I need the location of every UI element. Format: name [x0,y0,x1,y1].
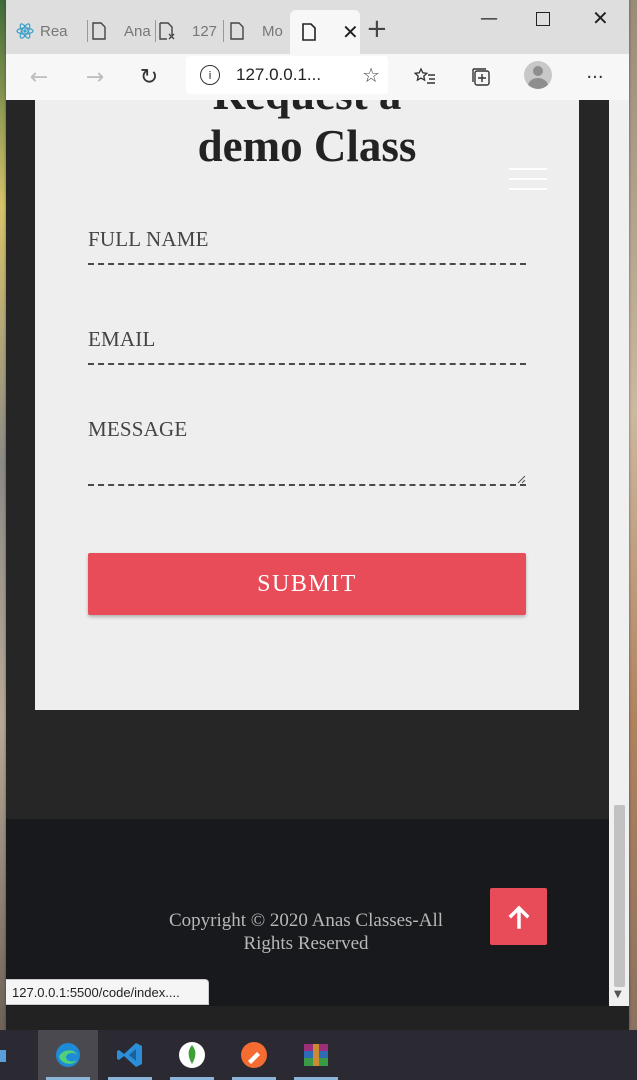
mongodb-icon [179,1042,205,1068]
close-window-button[interactable]: ✕ [592,6,609,30]
info-icon[interactable]: i [200,65,220,85]
tab-ana[interactable]: Ana [90,12,156,50]
favorite-star-icon[interactable]: ☆ [362,63,380,87]
favorites-icon[interactable] [410,62,440,92]
tab-react[interactable]: Rea [16,12,88,50]
react-icon [16,22,34,40]
scrollbar-thumb[interactable] [614,805,625,987]
page-error-icon [158,22,176,40]
resize-handle-icon[interactable] [516,474,526,484]
collections-icon[interactable] [466,62,496,92]
taskbar-postman[interactable] [224,1030,284,1080]
postman-icon [241,1042,267,1068]
full-name-field[interactable]: FULL NAME [88,227,526,265]
minimize-button[interactable]: — [480,8,498,29]
page-title: Request a demo Class [35,100,579,172]
browser-toolbar: ← → ↻ i 127.0.0.1... ☆ ··· [6,54,629,100]
desktop-background-right [629,0,637,1030]
edge-icon [56,1043,80,1067]
tab-label: 127 [192,22,218,40]
message-label: MESSAGE [88,417,188,441]
more-menu-icon[interactable]: ··· [580,62,610,92]
email-field[interactable]: EMAIL [88,327,526,365]
page-icon [228,22,246,40]
demo-request-card: Request a demo Class FULL NAME EMAIL MES… [35,100,579,710]
title-line-1: Request a [35,100,579,120]
full-name-label: FULL NAME [88,227,209,251]
status-url-tooltip: 127.0.0.1:5500/code/index.... [6,979,209,1005]
taskbar-winrar[interactable] [286,1030,346,1080]
hamburger-menu-icon[interactable] [509,168,547,194]
copyright-line-2: Rights Reserved [243,933,369,954]
tab-label: Rea [40,22,68,40]
scroll-to-top-button[interactable] [490,888,547,945]
taskbar-mongodb[interactable] [162,1030,222,1080]
page-icon [300,23,318,41]
tab-label: Mo [262,22,283,40]
profile-avatar[interactable] [524,61,552,89]
footer: Copyright © 2020 Anas Classes-All Rights… [6,819,609,1006]
desktop-icon[interactable] [0,1030,20,1080]
title-line-2: demo Class [197,121,417,171]
arrow-up-icon [508,905,529,929]
taskbar [0,1030,637,1080]
winrar-icon [304,1044,328,1066]
new-tab-button[interactable]: + [366,16,388,42]
maximize-button[interactable] [536,12,550,26]
page-scrollbar[interactable]: ▼ [609,100,629,1006]
refresh-button[interactable]: ↻ [134,62,164,92]
tab-active[interactable]: ✕ [290,10,360,54]
page-viewport: Request a demo Class FULL NAME EMAIL MES… [6,100,609,1006]
scroll-down-arrow-icon[interactable]: ▼ [614,989,622,1000]
address-bar[interactable]: i 127.0.0.1... ☆ [186,56,388,94]
tab-label: Ana [124,22,151,40]
copyright-line-1: Copyright © 2020 Anas Classes-All [168,910,444,931]
taskbar-edge[interactable] [38,1030,98,1080]
message-field[interactable]: MESSAGE [88,417,526,486]
close-tab-icon[interactable]: ✕ [342,20,359,45]
forward-button[interactable]: → [80,62,110,92]
taskbar-vscode[interactable] [100,1030,160,1080]
email-label: EMAIL [88,327,156,351]
browser-window: Rea Ana 127 Mo ✕ + — ✕ ← → ↻ i 127.0.0.1… [6,0,629,1030]
page-icon [90,22,108,40]
tab-mo[interactable]: Mo [228,12,288,50]
tab-bar: Rea Ana 127 Mo ✕ + — ✕ [6,0,629,60]
vscode-icon [117,1043,142,1067]
submit-button[interactable]: SUBMIT [88,553,526,615]
copyright-text: Copyright © 2020 Anas Classes-All Rights… [146,909,466,955]
address-text: 127.0.0.1... [236,65,322,84]
back-button[interactable]: ← [24,62,54,92]
tab-127[interactable]: 127 [158,12,224,50]
